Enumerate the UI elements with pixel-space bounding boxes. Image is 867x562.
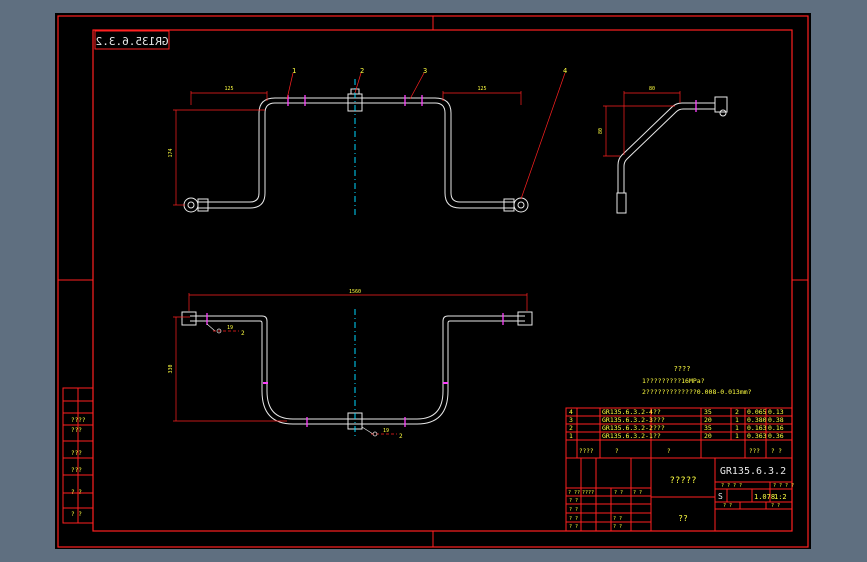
svg-text:?: ? <box>667 448 671 455</box>
parts-cell-material: 35 <box>704 408 712 416</box>
front-view: 125 125 174 1 2 3 4 <box>168 67 567 218</box>
parts-cell-total: 0.13 <box>768 408 784 416</box>
parts-cell-total: 0.38 <box>768 416 784 424</box>
dim-side-height: 80 <box>598 128 604 134</box>
svg-text:2?????????????0.008-0.013mm?: 2?????????????0.008-0.013mm? <box>642 388 752 396</box>
callout-value: 19 <box>383 428 389 434</box>
strip-label: ???? <box>71 417 86 424</box>
balloon-4: 4 <box>563 67 567 75</box>
sheet-border <box>57 15 809 548</box>
parts-cell-no: 4 <box>569 408 573 416</box>
parts-cell-qty: 2 <box>735 408 739 416</box>
svg-text:? ?: ? ? <box>569 516 578 522</box>
callout-mark: 2 <box>399 433 403 440</box>
svg-text:? ? ? ?: ? ? ? ? <box>721 483 742 489</box>
side-view: 80 80 <box>598 86 728 214</box>
svg-text:????: ???? <box>579 448 594 455</box>
balloon-2: 2 <box>360 67 364 75</box>
dim-top-height: 174 <box>168 148 174 157</box>
parts-cell-name: ??? <box>653 416 665 424</box>
parts-cell-code: GR135.6.3.2-4 <box>602 408 653 416</box>
dim-top-left: 125 <box>224 86 233 92</box>
parts-cell-total: 0.36 <box>768 432 784 440</box>
strip-label: ??? <box>71 450 82 457</box>
dim-plan-height: 330 <box>168 364 174 373</box>
parts-cell-no: 3 <box>569 416 573 424</box>
svg-text:? ??: ? ?? <box>568 490 580 496</box>
svg-text:? ?: ? ? <box>771 503 780 509</box>
mirrored-code: GR135.6.3.2 <box>96 35 169 48</box>
parts-cell-material: 20 <box>704 416 712 424</box>
parts-cell-qty: 1 <box>735 432 739 440</box>
strip-label: ??? <box>71 467 82 474</box>
parts-cell-weight: 0.163 <box>747 424 767 432</box>
parts-cell-weight: 0.363 <box>747 432 767 440</box>
svg-text:???: ??? <box>749 448 760 455</box>
svg-text:1.078: 1.078 <box>754 493 775 501</box>
parts-cell-name: ?? <box>653 432 661 440</box>
svg-text:????: ???? <box>674 365 691 373</box>
parts-cell-qty: 1 <box>735 424 739 432</box>
parts-cell-total: 0.16 <box>768 424 784 432</box>
strip-label: ? ? <box>71 489 82 496</box>
balloon-3: 3 <box>423 67 427 75</box>
parts-cell-weight: 0.065 <box>747 408 767 416</box>
dim-side-width: 80 <box>649 86 655 92</box>
parts-cell-no: 2 <box>569 424 573 432</box>
drawing-canvas[interactable]: GR135.6.3.2 ???? ??? ??? ??? ? ? ? ? 125… <box>55 13 811 549</box>
cad-viewport[interactable]: GR135.6.3.2 ???? ??? ??? ??? ? ? ? ? 125… <box>55 13 811 549</box>
strip-label: ??? <box>71 427 82 434</box>
svg-text:? ?: ? ? <box>569 498 578 504</box>
parts-cell-code: GR135.6.3.2-2 <box>602 424 653 432</box>
svg-text:????: ???? <box>582 490 594 496</box>
dim-plan-width: 1560 <box>349 289 361 295</box>
svg-text:? ?: ? ? <box>633 490 642 496</box>
left-strip: ???? ??? ??? ??? ? ? ? ? <box>62 387 94 524</box>
svg-text:? ? ? ?: ? ? ? ? <box>773 483 794 489</box>
svg-text:? ?: ? ? <box>771 448 782 455</box>
svg-text:?: ? <box>615 448 619 455</box>
title-company: ?? <box>678 514 688 523</box>
parts-cell-name: ?? <box>653 408 661 416</box>
callout-value: 19 <box>227 325 233 331</box>
title-drawing-code: GR135.6.3.2 <box>720 466 786 477</box>
svg-text:? ?: ? ? <box>613 524 622 530</box>
svg-text:1:2: 1:2 <box>774 493 787 501</box>
parts-cell-code: GR135.6.3.2-1 <box>602 432 653 440</box>
svg-text:? ?: ? ? <box>723 503 732 509</box>
title-block: GR135.6.3.2 ????? ?? ? ? ? ? ? ? ? ? S 1… <box>565 457 794 532</box>
parts-list: 4 GR135.6.3.2-4?? 35 2 0.065 0.13 3 GR135.6.3.2… <box>565 407 793 459</box>
svg-text:1?????????16MPa?: 1?????????16MPa? <box>642 377 705 385</box>
parts-cell-no: 1 <box>569 432 573 440</box>
parts-cell-material: 35 <box>704 424 712 432</box>
parts-cell-name: ??? <box>653 424 665 432</box>
title-name: ????? <box>669 476 696 486</box>
dim-top-right: 125 <box>477 86 486 92</box>
svg-text:? ?: ? ? <box>614 490 623 496</box>
parts-cell-qty: 1 <box>735 416 739 424</box>
technical-notes: ???? 1?????????16MPa? 2?????????????0.00… <box>642 365 752 396</box>
balloon-1: 1 <box>292 67 296 75</box>
parts-cell-code: GR135.6.3.2-3 <box>602 416 653 424</box>
svg-text:? ?: ? ? <box>569 524 578 530</box>
strip-label: ? ? <box>71 511 82 518</box>
svg-text:? ?: ? ? <box>613 516 622 522</box>
callout-mark: 2 <box>241 330 245 337</box>
plan-view: 1560 330 19 2 19 2 <box>168 289 533 440</box>
parts-cell-weight: 0.380 <box>747 416 767 424</box>
svg-text:? ?: ? ? <box>569 507 578 513</box>
parts-cell-material: 20 <box>704 432 712 440</box>
svg-text:S: S <box>718 492 723 501</box>
